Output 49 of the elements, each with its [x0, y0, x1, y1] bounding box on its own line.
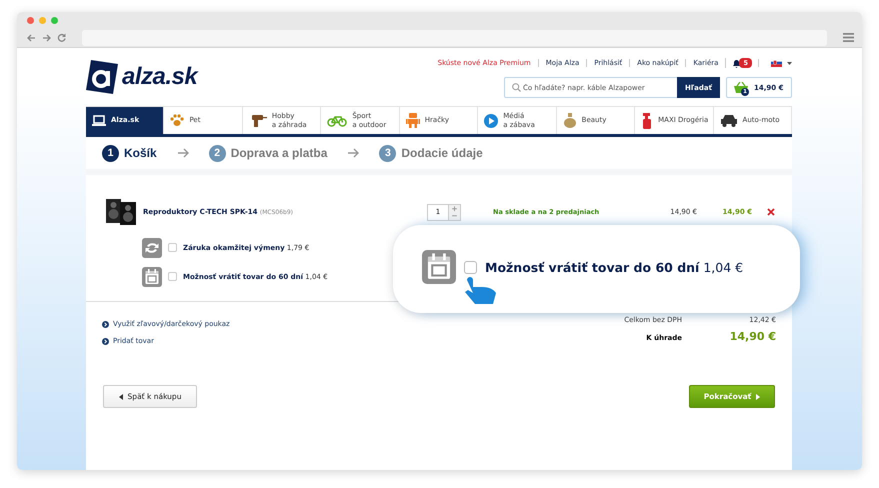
arrow-icon [176, 148, 189, 158]
checkout-step[interactable]: 3 Dodacie údaje [379, 144, 483, 162]
addon-label[interactable]: Možnosť vrátiť tovar do 60 dní 1,04 € [485, 260, 744, 274]
forward-arrow-icon[interactable] [42, 34, 51, 42]
calendar-icon [422, 250, 456, 284]
bicycle-icon [327, 114, 348, 127]
checkout-step[interactable]: 1 Košík [102, 144, 157, 162]
arrow-icon [347, 148, 360, 158]
plus-icon[interactable] [449, 204, 460, 212]
maximize-dot[interactable] [51, 16, 58, 24]
flag-icon[interactable] [771, 59, 782, 67]
car-icon [720, 114, 738, 127]
step-number: 2 [208, 144, 226, 162]
caret-left-icon [118, 394, 123, 400]
bell-icon[interactable] [732, 58, 742, 68]
step-number: 1 [102, 144, 119, 162]
remove-icon[interactable] [767, 208, 775, 216]
search-icon [512, 83, 521, 92]
step-label: Košík [124, 146, 157, 160]
minimize-dot[interactable] [39, 16, 46, 24]
laptop-icon [92, 114, 106, 126]
step-label: Dodacie údaje [401, 146, 483, 160]
logo-wordmark[interactable]: alza.sk [122, 63, 198, 91]
exchange-arrows-icon [142, 238, 162, 258]
caret-right-icon [756, 394, 760, 400]
calendar-icon [142, 266, 162, 286]
pointing-hand-icon [462, 276, 498, 304]
caret-icon[interactable] [787, 62, 792, 64]
minus-icon[interactable] [449, 212, 460, 220]
robot-icon [406, 113, 420, 128]
step-number: 3 [379, 144, 396, 162]
spray-bottle-icon [641, 112, 654, 128]
step-label: Doprava a platba [230, 146, 328, 160]
summary-value: 14,90 € [728, 330, 776, 343]
checkbox[interactable] [464, 260, 477, 274]
paw-icon [170, 114, 184, 127]
play-icon [484, 114, 498, 128]
checkout-step[interactable]: 2 Doprava a platba [208, 144, 328, 162]
checkbox[interactable] [168, 243, 177, 252]
menu-icon[interactable] [843, 33, 854, 42]
close-dot[interactable] [27, 16, 34, 24]
bottle-icon [562, 113, 577, 128]
speakers-icon [106, 199, 138, 225]
reload-icon[interactable] [57, 33, 66, 42]
back-arrow-icon[interactable] [27, 34, 36, 42]
chevron-circle-icon [102, 320, 109, 328]
logo-icon[interactable] [86, 60, 118, 94]
checkbox[interactable] [168, 272, 177, 281]
chevron-circle-icon [102, 338, 109, 344]
